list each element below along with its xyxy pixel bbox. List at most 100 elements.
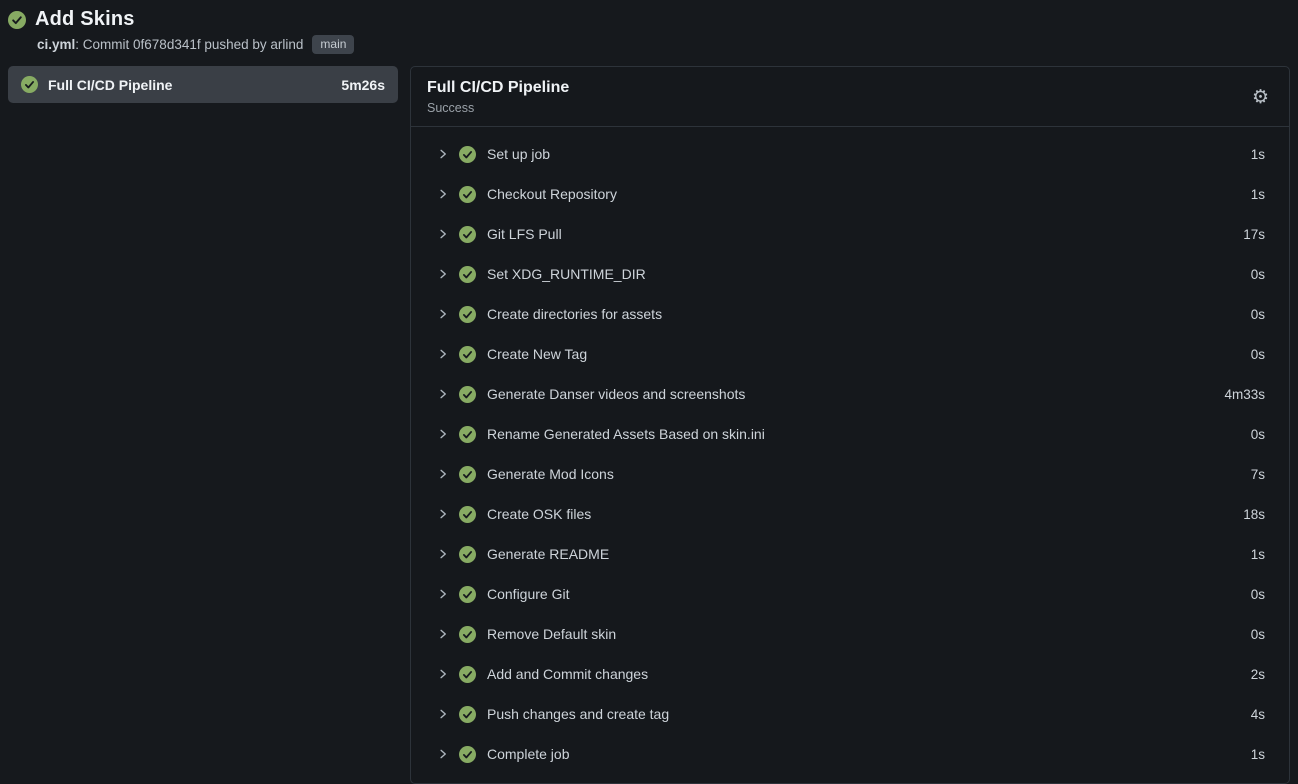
step-name: Create New Tag [487,346,1242,362]
job-title: Full CI/CD Pipeline [427,79,1248,97]
check-circle-icon [8,11,26,29]
step-row[interactable]: Generate Danser videos and screenshots 4… [411,374,1289,414]
check-circle-icon [459,466,476,483]
check-circle-icon [459,346,476,363]
check-circle-icon [459,626,476,643]
chevron-right-icon [436,628,450,640]
job-duration: 5m26s [341,77,385,93]
step-name: Complete job [487,746,1242,762]
step-duration: 1s [1251,747,1265,762]
step-name: Configure Git [487,586,1242,602]
jobs-sidebar: Full CI/CD Pipeline 5m26s [8,66,398,103]
chevron-right-icon [436,428,450,440]
commit-line: ci.yml: Commit 0f678d341f pushed by arli… [37,37,303,52]
chevron-right-icon [436,588,450,600]
step-duration: 4s [1251,707,1265,722]
chevron-right-icon [436,228,450,240]
job-detail-panel: Full CI/CD Pipeline Success ⚙ Set up job… [410,66,1290,784]
step-duration: 1s [1251,187,1265,202]
step-duration: 2s [1251,667,1265,682]
step-duration: 0s [1251,307,1265,322]
step-row[interactable]: Set XDG_RUNTIME_DIR 0s [411,254,1289,294]
step-row[interactable]: Create OSK files 18s [411,494,1289,534]
step-name: Add and Commit changes [487,666,1242,682]
step-duration: 18s [1243,507,1265,522]
step-duration: 7s [1251,467,1265,482]
check-circle-icon [459,386,476,403]
check-circle-icon [459,226,476,243]
step-duration: 0s [1251,267,1265,282]
chevron-right-icon [436,508,450,520]
check-circle-icon [459,546,476,563]
step-row[interactable]: Checkout Repository 1s [411,174,1289,214]
step-name: Checkout Repository [487,186,1242,202]
step-row[interactable]: Push changes and create tag 4s [411,694,1289,734]
step-row[interactable]: Create New Tag 0s [411,334,1289,374]
check-circle-icon [459,146,476,163]
check-circle-icon [459,746,476,763]
step-name: Set up job [487,146,1242,162]
step-duration: 0s [1251,347,1265,362]
step-row[interactable]: Remove Default skin 0s [411,614,1289,654]
step-duration: 0s [1251,427,1265,442]
step-row[interactable]: Generate Mod Icons 7s [411,454,1289,494]
job-name: Full CI/CD Pipeline [48,77,331,93]
step-duration: 0s [1251,627,1265,642]
run-header: Add Skins ci.yml: Commit 0f678d341f push… [8,6,1290,54]
workflow-run-page: Add Skins ci.yml: Commit 0f678d341f push… [0,0,1298,784]
chevron-right-icon [436,468,450,480]
gear-icon[interactable]: ⚙ [1248,86,1273,109]
step-name: Generate Danser videos and screenshots [487,386,1215,402]
check-circle-icon [21,76,38,93]
check-circle-icon [459,666,476,683]
step-name: Create OSK files [487,506,1234,522]
chevron-right-icon [436,548,450,560]
check-circle-icon [459,586,476,603]
step-row[interactable]: Set up job 1s [411,134,1289,174]
step-row[interactable]: Create directories for assets 0s [411,294,1289,334]
step-name: Remove Default skin [487,626,1242,642]
check-circle-icon [459,266,476,283]
step-duration: 0s [1251,587,1265,602]
step-name: Generate Mod Icons [487,466,1242,482]
workflow-file: ci.yml [37,37,75,52]
sidebar-job-item[interactable]: Full CI/CD Pipeline 5m26s [8,66,398,103]
step-duration: 1s [1251,547,1265,562]
step-row[interactable]: Add and Commit changes 2s [411,654,1289,694]
job-status: Success [427,101,1248,115]
step-duration: 4m33s [1224,387,1265,402]
commit-info: : Commit 0f678d341f pushed by arlind [75,37,303,52]
step-row[interactable]: Git LFS Pull 17s [411,214,1289,254]
panel-header: Full CI/CD Pipeline Success ⚙ [411,67,1289,126]
step-name: Rename Generated Assets Based on skin.in… [487,426,1242,442]
step-name: Push changes and create tag [487,706,1242,722]
check-circle-icon [459,186,476,203]
step-duration: 1s [1251,147,1265,162]
chevron-right-icon [436,388,450,400]
chevron-right-icon [436,708,450,720]
check-circle-icon [459,506,476,523]
step-name: Generate README [487,546,1242,562]
step-duration: 17s [1243,227,1265,242]
step-name: Create directories for assets [487,306,1242,322]
check-circle-icon [459,426,476,443]
step-name: Set XDG_RUNTIME_DIR [487,266,1242,282]
step-row[interactable]: Complete job 1s [411,734,1289,774]
run-subtitle: ci.yml: Commit 0f678d341f pushed by arli… [37,35,1290,54]
step-row[interactable]: Generate README 1s [411,534,1289,574]
chevron-right-icon [436,348,450,360]
step-list: Set up job 1s Checkout Repository 1s Git… [411,127,1289,783]
branch-badge[interactable]: main [312,35,354,54]
check-circle-icon [459,306,476,323]
chevron-right-icon [436,308,450,320]
step-name: Git LFS Pull [487,226,1234,242]
step-row[interactable]: Rename Generated Assets Based on skin.in… [411,414,1289,454]
chevron-right-icon [436,668,450,680]
chevron-right-icon [436,268,450,280]
chevron-right-icon [436,748,450,760]
chevron-right-icon [436,148,450,160]
chevron-right-icon [436,188,450,200]
run-title: Add Skins [35,8,135,31]
check-circle-icon [459,706,476,723]
step-row[interactable]: Configure Git 0s [411,574,1289,614]
